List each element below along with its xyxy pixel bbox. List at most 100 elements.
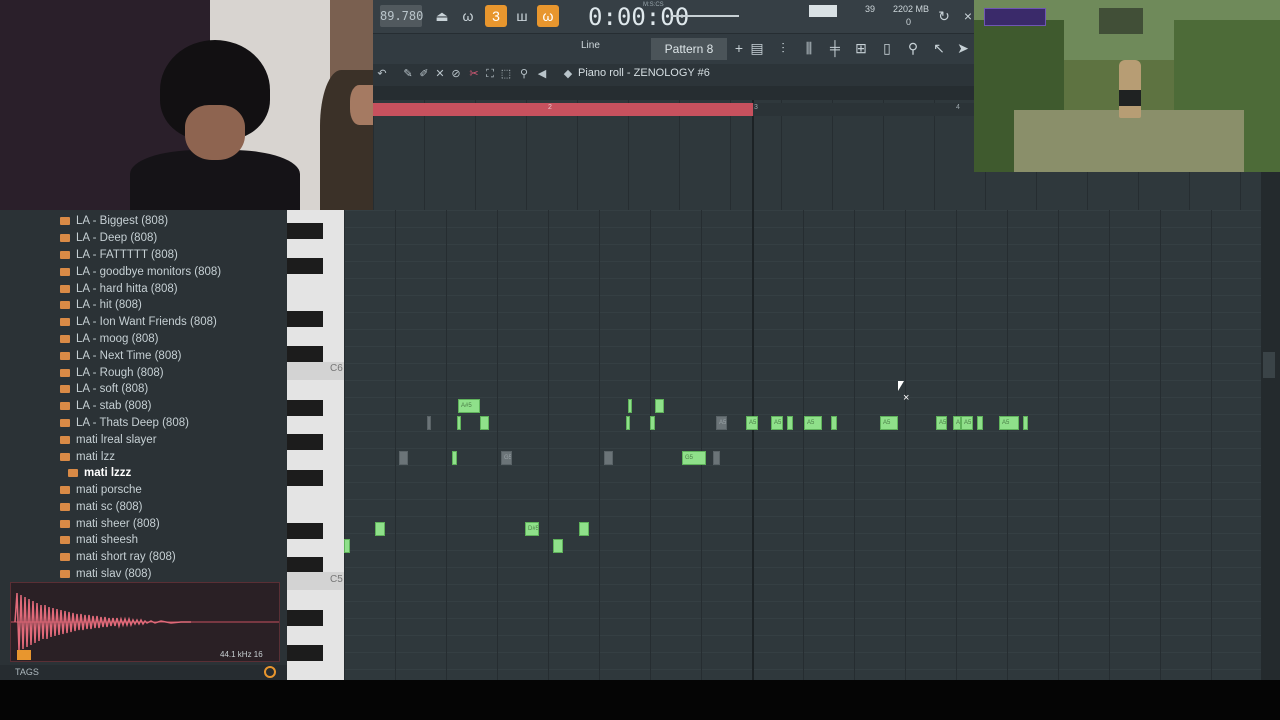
note-ghost[interactable] bbox=[427, 416, 431, 430]
note-ghost[interactable] bbox=[399, 451, 408, 465]
delete-tool-icon[interactable]: ✕ bbox=[433, 67, 447, 81]
note[interactable]: A5 bbox=[804, 416, 822, 430]
zoom-tool-icon[interactable]: ⚲ bbox=[517, 67, 531, 81]
note[interactable]: A#5 bbox=[458, 399, 480, 413]
note[interactable] bbox=[626, 416, 630, 430]
browser-item[interactable]: LA - Ion Want Friends (808) bbox=[60, 314, 217, 331]
mixer-icon[interactable]: ⫼ bbox=[799, 38, 819, 58]
note[interactable] bbox=[831, 416, 837, 430]
speaker-icon[interactable]: ◀ bbox=[535, 67, 549, 81]
tempo-display[interactable]: 89.780 bbox=[380, 5, 423, 27]
black-key[interactable] bbox=[287, 523, 323, 539]
note[interactable] bbox=[452, 451, 457, 465]
note[interactable] bbox=[579, 522, 589, 536]
metronome-icon[interactable]: ⏏ bbox=[431, 5, 453, 27]
browser-item[interactable]: mati lreal slayer bbox=[60, 432, 157, 449]
browser-item[interactable]: LA - stab (808) bbox=[60, 398, 151, 415]
piano-roll-icon[interactable]: ╪ bbox=[825, 38, 845, 58]
step-edit-icon[interactable]: ш bbox=[511, 5, 533, 27]
black-key[interactable] bbox=[287, 223, 323, 239]
note[interactable]: A5 bbox=[771, 416, 783, 430]
note[interactable]: A5 bbox=[746, 416, 758, 430]
plug-icon[interactable]: ⚲ bbox=[903, 38, 923, 58]
piano-keyboard[interactable]: C6 C5 bbox=[287, 210, 344, 680]
browser-item[interactable]: mati sc (808) bbox=[60, 499, 142, 516]
note-ghost[interactable] bbox=[604, 451, 613, 465]
browser-item[interactable]: LA - Next Time (808) bbox=[60, 348, 181, 365]
loop-region-bar[interactable] bbox=[373, 103, 753, 116]
browser-item[interactable]: LA - hit (808) bbox=[60, 297, 142, 314]
refresh-icon[interactable]: ↻ bbox=[933, 5, 955, 27]
note-ghost[interactable]: A5 bbox=[716, 416, 727, 430]
note[interactable] bbox=[655, 399, 664, 413]
select-box-icon[interactable]: ⬚ bbox=[499, 67, 513, 81]
undo-icon[interactable]: ↶ bbox=[375, 67, 389, 81]
piano-roll-grid[interactable] bbox=[344, 210, 1261, 680]
browser-item[interactable]: mati slav (808) bbox=[60, 566, 151, 583]
browser-item[interactable]: mati short ray (808) bbox=[60, 549, 176, 566]
browser-item[interactable]: LA - Biggest (808) bbox=[60, 213, 168, 230]
note[interactable] bbox=[977, 416, 983, 430]
snap-selector[interactable]: Line bbox=[581, 40, 600, 51]
note[interactable]: A5 bbox=[999, 416, 1019, 430]
channel-rack-icon[interactable]: ⫶ bbox=[773, 38, 793, 58]
plugin-icon[interactable]: ▯ bbox=[877, 38, 897, 58]
note[interactable] bbox=[1023, 416, 1028, 430]
browser-item[interactable]: LA - soft (808) bbox=[60, 381, 148, 398]
mute-tool-icon[interactable]: ⊘ bbox=[449, 67, 463, 81]
note[interactable] bbox=[787, 416, 793, 430]
black-key[interactable] bbox=[287, 645, 323, 661]
browser-item[interactable]: mati lzz bbox=[60, 449, 115, 466]
browser-item[interactable]: mati sheer (808) bbox=[60, 516, 160, 533]
countdown-icon[interactable]: 3 bbox=[485, 5, 507, 27]
note[interactable]: A5 bbox=[953, 416, 961, 430]
add-pattern-icon[interactable]: + bbox=[729, 38, 749, 58]
browser-icon[interactable]: ⊞ bbox=[851, 38, 871, 58]
black-key[interactable] bbox=[287, 557, 323, 573]
note[interactable]: A5 bbox=[961, 416, 973, 430]
black-key[interactable] bbox=[287, 311, 323, 327]
record-icon[interactable]: ➤ bbox=[953, 38, 973, 58]
paint-tool-icon[interactable]: ✐ bbox=[417, 67, 431, 81]
note[interactable]: A5 bbox=[880, 416, 898, 430]
black-key[interactable] bbox=[287, 470, 323, 486]
note-ghost[interactable] bbox=[713, 451, 720, 465]
browser-item[interactable]: LA - FATTTTT (808) bbox=[60, 247, 178, 264]
note[interactable] bbox=[344, 539, 350, 553]
select-tool-icon[interactable]: ⛶ bbox=[483, 67, 497, 81]
black-key[interactable] bbox=[287, 258, 323, 274]
wait-icon[interactable]: ω bbox=[457, 5, 479, 27]
preview-play-button[interactable] bbox=[17, 650, 31, 660]
note[interactable]: D#5 bbox=[525, 522, 539, 536]
note[interactable]: A5 bbox=[936, 416, 947, 430]
slice-tool-icon[interactable]: ✂ bbox=[467, 67, 481, 81]
timeline-ruler[interactable] bbox=[753, 103, 974, 116]
browser-item[interactable]: LA - moog (808) bbox=[60, 331, 158, 348]
black-key[interactable] bbox=[287, 610, 323, 626]
browser-item[interactable]: mati porsche bbox=[60, 482, 142, 499]
browser-item[interactable]: LA - Rough (808) bbox=[60, 365, 164, 382]
browser-item[interactable]: LA - goodbye monitors (808) bbox=[60, 264, 221, 281]
browser-item-selected[interactable]: mati lzzz bbox=[68, 465, 131, 482]
instrument-icon[interactable]: ◆ bbox=[561, 67, 575, 81]
black-key[interactable] bbox=[287, 434, 323, 450]
note[interactable] bbox=[375, 522, 385, 536]
browser-item[interactable]: mati sheesh bbox=[60, 532, 138, 549]
pattern-selector[interactable]: Pattern 8 bbox=[651, 38, 727, 60]
note[interactable] bbox=[480, 416, 489, 430]
browser-item[interactable]: LA - Thats Deep (808) bbox=[60, 415, 189, 432]
loop-record-icon[interactable]: ω bbox=[537, 5, 559, 27]
browser-item[interactable]: LA - Deep (808) bbox=[60, 230, 157, 247]
note[interactable] bbox=[650, 416, 655, 430]
browser-item[interactable]: LA - hard hitta (808) bbox=[60, 281, 178, 298]
note-ghost[interactable]: G5 bbox=[501, 451, 512, 465]
black-key[interactable] bbox=[287, 400, 323, 416]
vertical-scrollbar[interactable] bbox=[1261, 172, 1280, 680]
search-icon[interactable] bbox=[264, 666, 276, 678]
note[interactable] bbox=[457, 416, 461, 430]
tuning-fork-icon[interactable]: ↖ bbox=[929, 38, 949, 58]
scrollbar-thumb[interactable] bbox=[1263, 352, 1275, 378]
master-volume-slider[interactable] bbox=[671, 15, 739, 17]
playlist-icon[interactable]: ▤ bbox=[747, 38, 767, 58]
note[interactable] bbox=[553, 539, 563, 553]
